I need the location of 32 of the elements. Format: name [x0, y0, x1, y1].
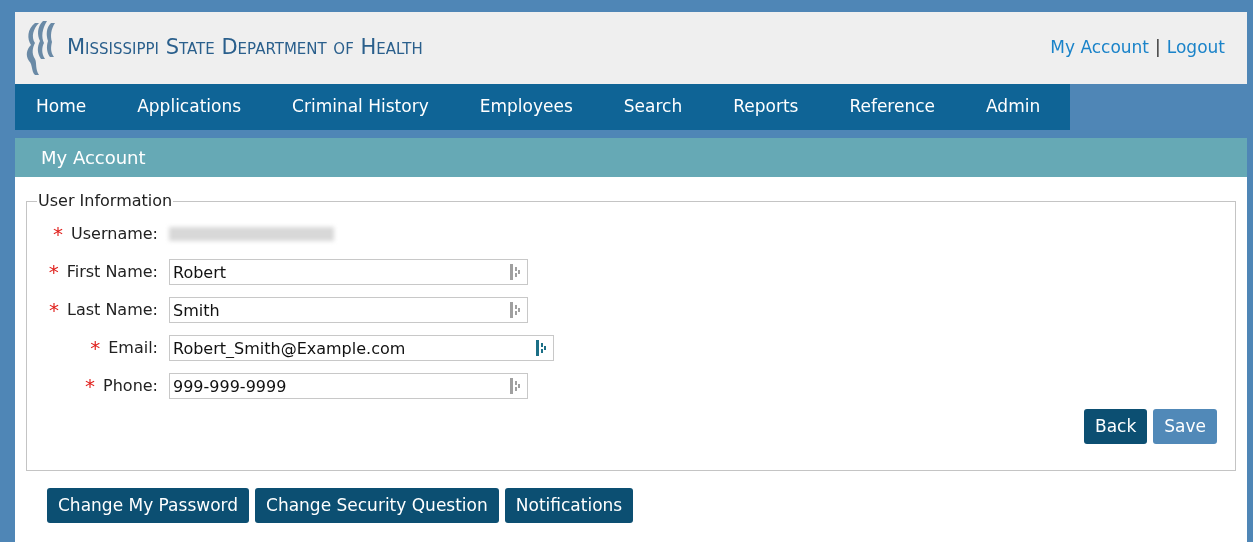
nav-item[interactable]: Home	[36, 94, 87, 120]
field-label: Last Name:	[67, 299, 158, 321]
required-mark: *	[49, 300, 59, 320]
link-separator: |	[1155, 36, 1161, 60]
nav-item[interactable]: Criminal History	[292, 94, 429, 120]
nav-item[interactable]: Employees	[479, 94, 573, 120]
required-mark: *	[85, 376, 96, 396]
text-field[interactable]: Robert_Smith@Example.com	[169, 335, 554, 361]
field-label: Username:	[71, 223, 158, 245]
nav-item[interactable]: Reports	[733, 94, 799, 120]
nav-item[interactable]: Admin	[986, 94, 1041, 120]
page-title-bar: My Account	[15, 138, 1247, 177]
text-field[interactable]: 999-999-9999	[169, 373, 528, 399]
nav-item[interactable]: Applications	[137, 94, 242, 120]
nav-item[interactable]: Reference	[849, 94, 935, 120]
site-title: Mississippi State Department of Health	[67, 34, 423, 62]
nav-item[interactable]: Search	[623, 94, 683, 120]
text-field[interactable]: Robert	[169, 259, 528, 285]
panel-legend: User Information	[37, 189, 174, 213]
action-button[interactable]: Notifications	[504, 488, 634, 523]
field-label: First Name:	[66, 261, 158, 283]
header-link[interactable]: Logout	[1166, 35, 1225, 61]
header-link[interactable]: My Account	[1050, 35, 1150, 61]
action-button[interactable]: Change My Password	[47, 488, 250, 523]
back-button[interactable]: Back	[1084, 409, 1148, 444]
text-field[interactable]: Smith	[169, 297, 528, 323]
field-label: Email:	[108, 337, 158, 359]
field-label: Phone:	[103, 375, 158, 397]
required-mark: *	[53, 224, 64, 244]
required-mark: *	[90, 338, 101, 358]
action-button[interactable]: Change Security Question	[255, 488, 499, 523]
required-mark: *	[48, 262, 59, 282]
